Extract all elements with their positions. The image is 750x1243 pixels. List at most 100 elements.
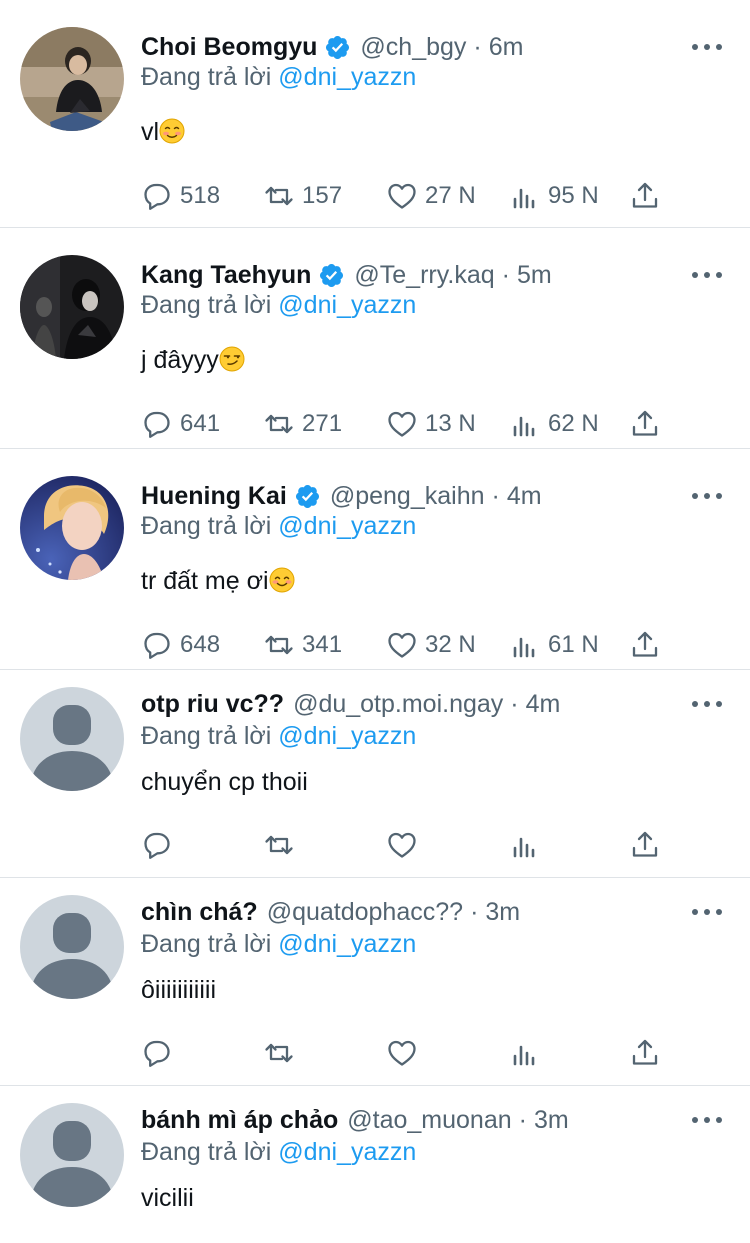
avatar[interactable]: [20, 476, 124, 580]
retweet-button[interactable]: [262, 825, 296, 865]
views-button[interactable]: 95 N: [508, 176, 599, 216]
like-button[interactable]: 13 N: [385, 404, 476, 444]
like-icon[interactable]: [385, 407, 419, 441]
views-count: 61 N: [548, 631, 599, 658]
separator-dot: ·: [501, 260, 510, 289]
retweet-icon[interactable]: [262, 407, 296, 441]
retweet-icon[interactable]: [262, 1036, 296, 1070]
avatar[interactable]: [20, 255, 124, 359]
more-options-icon[interactable]: [692, 486, 722, 506]
retweet-button[interactable]: 157: [262, 176, 342, 216]
reply-button[interactable]: 641: [140, 404, 220, 444]
reply-icon[interactable]: [140, 828, 174, 862]
share-button[interactable]: [628, 1033, 662, 1073]
avatar[interactable]: [20, 895, 124, 999]
views-button[interactable]: [508, 1033, 542, 1073]
user-handle[interactable]: @peng_kaihn: [330, 482, 485, 511]
mention-link[interactable]: @dni_yazzn: [278, 930, 416, 958]
like-button[interactable]: [385, 1033, 419, 1073]
views-button[interactable]: [508, 825, 542, 865]
more-options-icon[interactable]: [692, 265, 722, 285]
share-button[interactable]: [628, 625, 662, 665]
display-name[interactable]: Huening Kai: [141, 482, 287, 511]
tweet[interactable]: chìn chá? @quatdophacc?? · 3m Đang trả lời @…: [0, 878, 750, 1086]
action-bar: 641 271 13 N 62 N: [0, 404, 750, 444]
tweet[interactable]: otp riu vc?? @du_otp.moi.ngay · 4m Đang trả …: [0, 670, 750, 878]
more-options-icon[interactable]: [692, 37, 722, 57]
user-handle[interactable]: @ch_bgy: [360, 33, 466, 62]
display-name[interactable]: bánh mì áp chảo: [141, 1106, 338, 1135]
user-handle[interactable]: @Te_rry.kaq: [354, 261, 494, 290]
user-handle[interactable]: @du_otp.moi.ngay: [293, 690, 503, 719]
retweet-button[interactable]: [262, 1033, 296, 1073]
like-button[interactable]: [385, 825, 419, 865]
timestamp[interactable]: 3m: [534, 1106, 569, 1135]
timestamp[interactable]: 5m: [517, 261, 552, 290]
share-icon[interactable]: [628, 828, 662, 862]
mention-link[interactable]: @dni_yazzn: [278, 722, 416, 750]
like-icon[interactable]: [385, 628, 419, 662]
share-icon[interactable]: [628, 407, 662, 441]
more-options-icon[interactable]: [692, 1110, 722, 1130]
reply-icon[interactable]: [140, 407, 174, 441]
reply-button[interactable]: 518: [140, 176, 220, 216]
tweet[interactable]: Choi Beomgyu @ch_bgy · 6m Đang trả lời @dni_…: [0, 0, 750, 228]
views-icon[interactable]: [508, 828, 542, 862]
tweet[interactable]: Huening Kai @peng_kaihn · 4m Đang trả lời @d…: [0, 449, 750, 670]
more-options-icon[interactable]: [692, 694, 722, 714]
mention-link[interactable]: @dni_yazzn: [278, 1138, 416, 1166]
user-handle[interactable]: @quatdophacc??: [267, 898, 463, 927]
mention-link[interactable]: @dni_yazzn: [278, 512, 416, 540]
reply-icon[interactable]: [140, 628, 174, 662]
display-name[interactable]: Choi Beomgyu: [141, 33, 317, 62]
display-name[interactable]: chìn chá?: [141, 898, 258, 927]
timestamp[interactable]: 6m: [489, 33, 524, 62]
tweet[interactable]: bánh mì áp chảo @tao_muonan · 3m Đang trả lờ…: [0, 1086, 750, 1243]
like-icon[interactable]: [385, 828, 419, 862]
avatar[interactable]: [20, 1103, 124, 1207]
mention-link[interactable]: @dni_yazzn: [278, 63, 416, 91]
action-bar: [0, 1033, 750, 1073]
retweet-icon[interactable]: [262, 628, 296, 662]
more-options-icon[interactable]: [692, 902, 722, 922]
views-button[interactable]: 62 N: [508, 404, 599, 444]
timestamp[interactable]: 4m: [526, 690, 561, 719]
display-name[interactable]: otp riu vc??: [141, 690, 284, 719]
share-button[interactable]: [628, 176, 662, 216]
reply-icon[interactable]: [140, 1036, 174, 1070]
mention-link[interactable]: @dni_yazzn: [278, 291, 416, 319]
avatar[interactable]: [20, 27, 124, 131]
retweet-button[interactable]: 271: [262, 404, 342, 444]
reply-button[interactable]: [140, 1033, 174, 1073]
tweet-body: j đâyyy: [141, 346, 219, 374]
timestamp[interactable]: 4m: [507, 482, 542, 511]
share-icon[interactable]: [628, 628, 662, 662]
avatar[interactable]: [20, 687, 124, 791]
views-icon[interactable]: [508, 628, 542, 662]
share-button[interactable]: [628, 825, 662, 865]
share-button[interactable]: [628, 404, 662, 444]
timestamp[interactable]: 3m: [485, 898, 520, 927]
views-icon[interactable]: [508, 1036, 542, 1070]
tweet[interactable]: Kang Taehyun @Te_rry.kaq · 5m Đang trả lời @…: [0, 228, 750, 449]
separator-dot: ·: [510, 689, 519, 718]
like-button[interactable]: 32 N: [385, 625, 476, 665]
like-button[interactable]: 27 N: [385, 176, 476, 216]
retweet-button[interactable]: 341: [262, 625, 342, 665]
views-icon[interactable]: [508, 407, 542, 441]
views-icon[interactable]: [508, 179, 542, 213]
share-icon[interactable]: [628, 179, 662, 213]
display-name[interactable]: Kang Taehyun: [141, 261, 311, 290]
reply-button[interactable]: 648: [140, 625, 220, 665]
reply-count: 518: [180, 182, 221, 209]
reply-button[interactable]: [140, 825, 174, 865]
share-icon[interactable]: [628, 1036, 662, 1070]
retweet-icon[interactable]: [262, 828, 296, 862]
retweet-icon[interactable]: [262, 179, 296, 213]
like-icon[interactable]: [385, 1036, 419, 1070]
reply-icon[interactable]: [140, 179, 174, 213]
views-button[interactable]: 61 N: [508, 625, 599, 665]
user-handle[interactable]: @tao_muonan: [347, 1106, 511, 1135]
like-icon[interactable]: [385, 179, 419, 213]
tweet-body: chuyển cp thoii: [141, 768, 308, 796]
